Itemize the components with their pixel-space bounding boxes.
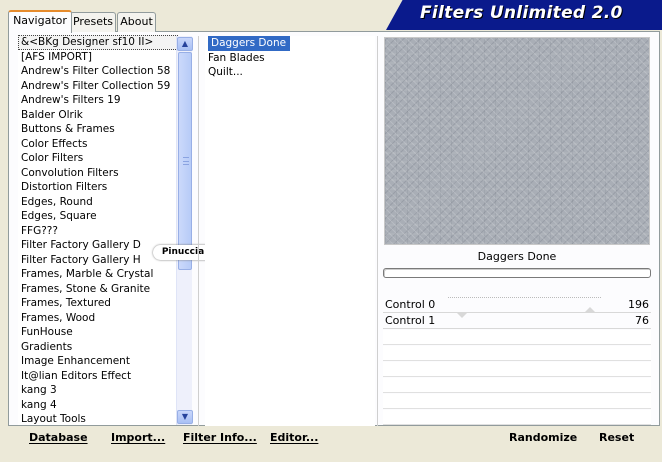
- empty-control-row: [383, 378, 651, 393]
- category-item[interactable]: [AFS IMPORT]: [18, 50, 178, 65]
- filter-item[interactable]: Daggers Done: [205, 36, 375, 51]
- control-1-row[interactable]: Control 1 76: [383, 312, 651, 329]
- category-item[interactable]: kang 4: [18, 398, 178, 413]
- randomize-button[interactable]: Randomize: [509, 430, 577, 446]
- control-value: 76: [635, 314, 649, 327]
- category-item[interactable]: Andrew's Filter Collection 58: [18, 64, 178, 79]
- category-item[interactable]: Frames, Wood: [18, 311, 178, 326]
- app-title: Filters Unlimited 2.0: [420, 3, 623, 23]
- divider: [377, 36, 378, 426]
- category-item[interactable]: FFG???: [18, 224, 178, 239]
- grip-icon: [183, 157, 189, 165]
- tab-presets[interactable]: Presets: [70, 12, 116, 32]
- category-item[interactable]: Balder Olrik: [18, 108, 178, 123]
- category-item[interactable]: &<BKg Designer sf10 II>: [18, 35, 178, 50]
- category-item[interactable]: Andrew's Filters 19: [18, 93, 178, 108]
- filter-list[interactable]: Daggers Done Fan Blades Quilt...: [205, 36, 375, 426]
- empty-control-row: [383, 394, 651, 409]
- scroll-up-button[interactable]: ▲: [177, 37, 193, 51]
- category-item[interactable]: Andrew's Filter Collection 59: [18, 79, 178, 94]
- category-item[interactable]: Frames, Textured: [18, 296, 178, 311]
- category-item[interactable]: Frames, Marble & Crystal: [18, 267, 178, 282]
- scroll-down-button[interactable]: ▼: [177, 410, 193, 424]
- control-label: Control 1: [385, 314, 436, 327]
- editor-button[interactable]: Editor...: [270, 430, 318, 446]
- empty-control-row: [383, 362, 651, 377]
- filter-info-button[interactable]: Filter Info...: [183, 430, 257, 446]
- category-item[interactable]: Color Effects: [18, 137, 178, 152]
- category-item[interactable]: Buttons & Frames: [18, 122, 178, 137]
- category-item[interactable]: FunHouse: [18, 325, 178, 340]
- category-item[interactable]: Layout Tools: [18, 412, 178, 425]
- tab-about[interactable]: About: [117, 12, 156, 32]
- progress-bar: [383, 268, 651, 278]
- category-item[interactable]: Distortion Filters: [18, 180, 178, 195]
- category-item[interactable]: Image Enhancement: [18, 354, 178, 369]
- filter-item-label: Daggers Done: [208, 36, 291, 51]
- control-label: Control 0: [385, 298, 436, 311]
- category-item[interactable]: Frames, Stone & Granite: [18, 282, 178, 297]
- chevron-down-icon: ▼: [181, 412, 189, 421]
- reset-button[interactable]: Reset: [599, 430, 634, 446]
- category-item[interactable]: Edges, Square: [18, 209, 178, 224]
- preview-filter-name: Daggers Done: [477, 250, 557, 263]
- category-item[interactable]: Gradients: [18, 340, 178, 355]
- filter-item[interactable]: Fan Blades: [205, 51, 375, 66]
- tab-navigator[interactable]: Navigator: [8, 10, 72, 33]
- category-item[interactable]: kang 3: [18, 383, 178, 398]
- empty-control-row: [383, 330, 651, 345]
- filters-unlimited-window: Filters Unlimited 2.0 Navigator Presets …: [0, 0, 662, 462]
- category-list[interactable]: &<BKg Designer sf10 II> [AFS IMPORT] And…: [18, 35, 178, 425]
- scrollbar-thumb[interactable]: [178, 52, 192, 270]
- import-button[interactable]: Import...: [111, 430, 165, 446]
- slider-track[interactable]: [448, 297, 601, 298]
- filter-preview-image: [384, 37, 650, 245]
- chevron-up-icon: ▲: [181, 39, 189, 48]
- empty-control-row: [383, 410, 651, 425]
- category-item[interactable]: Edges, Round: [18, 195, 178, 210]
- watermark-label: Pinuccia: [153, 245, 213, 260]
- category-item[interactable]: It@lian Editors Effect: [18, 369, 178, 384]
- database-button[interactable]: Database: [29, 430, 88, 446]
- empty-control-row: [383, 346, 651, 361]
- filter-item[interactable]: Quilt...: [205, 65, 375, 80]
- category-item[interactable]: Color Filters: [18, 151, 178, 166]
- control-value: 196: [628, 298, 649, 311]
- category-item[interactable]: Convolution Filters: [18, 166, 178, 181]
- control-0-row[interactable]: Control 0 196: [383, 297, 651, 313]
- slider-knob[interactable]: [456, 312, 468, 318]
- divider: [198, 36, 199, 426]
- category-scrollbar[interactable]: ▲ ▼: [176, 36, 193, 425]
